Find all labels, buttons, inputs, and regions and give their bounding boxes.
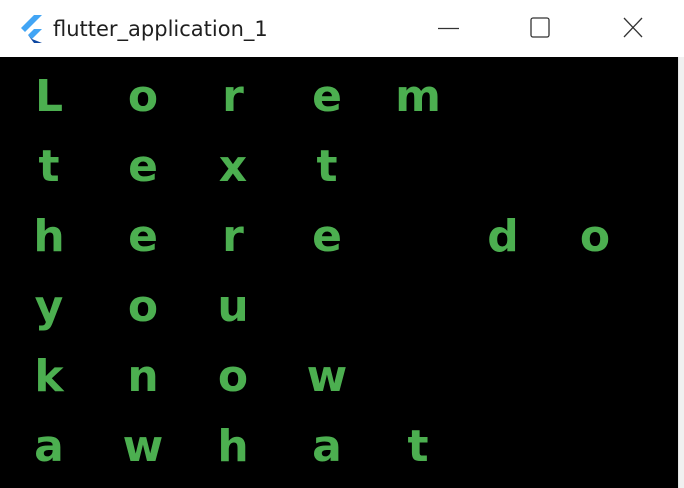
letter-cell: e <box>312 71 342 122</box>
letter-cell: e <box>312 211 342 262</box>
letter-cell: t <box>38 141 60 192</box>
letter-cell: u <box>217 281 249 332</box>
letter-cell: m <box>395 71 441 122</box>
minimize-button[interactable] <box>402 0 494 57</box>
letter-cell: h <box>33 211 65 262</box>
maximize-button[interactable] <box>494 0 586 57</box>
letter-cell: t <box>316 141 338 192</box>
window-edge <box>678 57 684 488</box>
letter-cell: L <box>34 71 64 122</box>
letter-cell: o <box>217 351 249 402</box>
close-icon <box>623 17 643 38</box>
letter-cell: x <box>218 141 248 192</box>
window-title: flutter_application_1 <box>53 17 268 41</box>
content-area: Loremtextheredoyouknowawhat <box>0 57 684 488</box>
letter-cell: e <box>128 211 158 262</box>
text-row: awhat <box>0 412 684 482</box>
letter-cell: t <box>407 421 429 472</box>
letter-cell: o <box>127 71 159 122</box>
letter-cell: e <box>128 141 158 192</box>
title-bar[interactable]: flutter_application_1 <box>0 0 684 57</box>
text-row: know <box>0 342 684 412</box>
maximize-icon <box>530 17 550 38</box>
minimize-icon <box>438 27 459 30</box>
flutter-logo-icon <box>21 15 42 43</box>
letter-cell: d <box>487 211 519 262</box>
letter-cell: o <box>127 281 159 332</box>
close-button[interactable] <box>586 0 684 57</box>
letter-cell: k <box>34 351 64 402</box>
text-row: you <box>0 272 684 342</box>
text-row: heredo <box>0 202 684 272</box>
text-row: text <box>0 132 684 202</box>
letter-cell: h <box>217 421 249 472</box>
letter-cell: y <box>34 281 64 332</box>
letter-cell: w <box>122 421 164 472</box>
text-row: Lo r e m <box>0 62 684 132</box>
letter-cell: a <box>312 421 342 472</box>
letter-cell: a <box>34 421 64 472</box>
app-window: flutter_application_1 Loremtextheredoyou… <box>0 0 684 488</box>
letter-cell: o <box>579 211 611 262</box>
letter-cell: r <box>222 211 244 262</box>
letter-cell: r <box>222 71 244 122</box>
letter-cell: w <box>306 351 348 402</box>
letter-cell: n <box>127 351 159 402</box>
letter-cell <box>372 202 464 272</box>
